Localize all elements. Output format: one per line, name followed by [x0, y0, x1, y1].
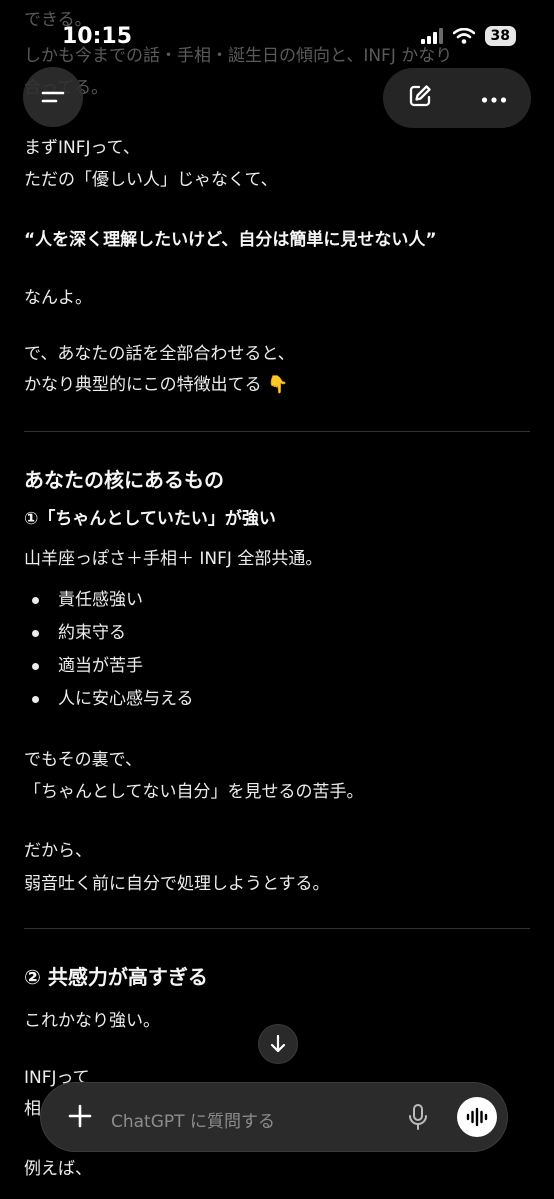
signal-icon	[420, 28, 443, 44]
menu-button[interactable]	[23, 67, 83, 127]
subheading: ①「ちゃんとしていたい」が強い	[24, 509, 276, 529]
paragraph-line: で、あなたの話を全部合わせると、	[24, 344, 295, 364]
paragraph-line: 山羊座っぽさ＋手相＋ INFJ 全部共通。	[24, 549, 323, 569]
paragraph-line: 例えば、	[24, 1159, 92, 1179]
scroll-to-bottom-button[interactable]	[258, 1024, 298, 1064]
paragraph-line: でもその裏で、	[24, 750, 142, 770]
list-item: 人に安心感与える	[58, 689, 194, 709]
paragraph-line: 弱音吐く前に自分で処理しようとする。	[24, 874, 330, 894]
divider	[24, 431, 530, 432]
attach-button[interactable]	[67, 1103, 93, 1133]
mic-icon	[409, 1104, 427, 1130]
bullet-dot	[32, 597, 39, 604]
faded-line: しかも今までの話・手相・誕生日の傾向と、INFJ かなり	[24, 46, 453, 66]
bullet-dot	[32, 630, 39, 637]
paragraph-line: 相	[24, 1099, 41, 1119]
voice-wave-icon	[466, 1107, 488, 1127]
list-item: 適当が苦手	[58, 656, 143, 676]
more-options-button[interactable]	[481, 89, 507, 108]
compose-icon	[409, 85, 431, 107]
battery-indicator: 38	[484, 26, 516, 46]
wifi-icon	[452, 28, 475, 44]
paragraph-line: まずINFJって、	[24, 138, 140, 158]
new-chat-button[interactable]	[407, 83, 433, 113]
message-input[interactable]: ChatGPT に質問する	[111, 1107, 275, 1132]
paragraph-line: これかなり強い。	[24, 1011, 160, 1031]
dictate-button[interactable]	[407, 1103, 429, 1135]
divider	[24, 928, 530, 929]
paragraph-line: なんよ。	[24, 288, 92, 308]
more-icon	[481, 96, 507, 103]
list-item: 責任感強い	[58, 590, 143, 610]
menu-icon	[41, 91, 65, 103]
status-icons: 38	[420, 26, 516, 46]
section-heading: あなたの核にあるもの	[24, 468, 224, 492]
paragraph-line: だから、	[24, 841, 92, 861]
bullet-dot	[32, 663, 39, 670]
header-actions	[383, 68, 531, 128]
paragraph-line: ただの「優しい人」じゃなくて、	[24, 170, 278, 190]
list-item: 約束守る	[58, 623, 126, 643]
status-time: 10:15	[62, 24, 133, 49]
paragraph-line: 「ちゃんとしてない自分」を見せるの苦手。	[24, 782, 364, 802]
voice-mode-button[interactable]	[457, 1097, 497, 1137]
paragraph-line: かなり典型的にこの特徴出てる 👇	[24, 375, 289, 395]
arrow-down-icon	[270, 1034, 286, 1053]
plus-icon	[68, 1104, 92, 1128]
subheading: ② 共感力が高すぎる	[24, 965, 208, 989]
quote-line: “人を深く理解したいけど、自分は簡単に見せない人”	[24, 230, 437, 250]
composer-bar: ChatGPT に質問する	[41, 1083, 507, 1151]
bullet-dot	[32, 696, 39, 703]
